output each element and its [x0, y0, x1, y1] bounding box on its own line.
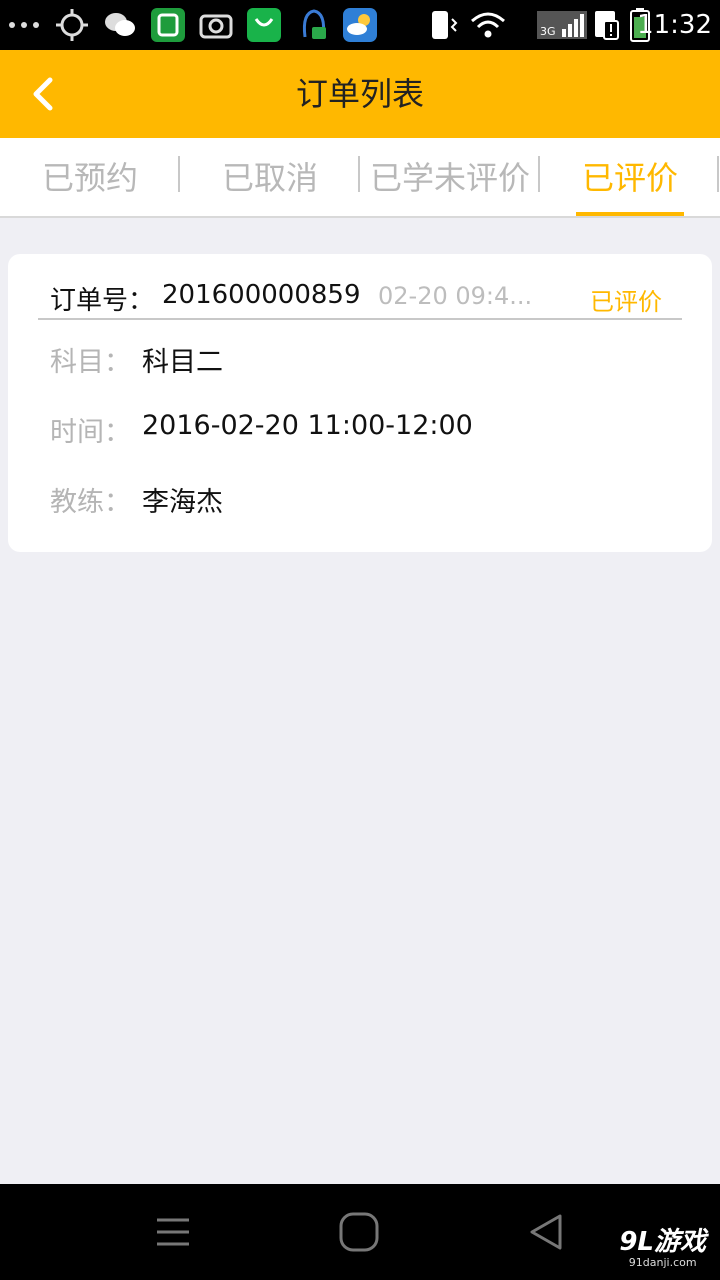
page-title: 订单列表 [295, 75, 424, 113]
tab-unreviewed[interactable]: 已学未评价 [360, 138, 540, 218]
menu-icon [157, 1218, 189, 1246]
tab-divider [717, 156, 719, 192]
watermark-subtitle: 91danji.com [628, 1256, 697, 1269]
order-header: 订单号： 201600000859 02-20 09:4... 已评价 [38, 270, 682, 320]
more-dots-icon [6, 7, 42, 43]
back-button[interactable] [14, 64, 74, 124]
home-icon [339, 1212, 379, 1252]
network-label-3g: 3G [540, 25, 556, 38]
back-icon [530, 1214, 562, 1250]
status-bar: 3G 11:32 [0, 0, 720, 50]
menu-button[interactable] [143, 1204, 203, 1260]
wifi-icon [470, 7, 506, 43]
order-status-badge: 已评价 [590, 288, 662, 316]
vibrate-icon [426, 7, 462, 43]
subject-value: 科目二 [142, 347, 223, 378]
wechat-icon [102, 7, 138, 43]
app-bar: 订单列表 [0, 50, 720, 138]
tab-booked[interactable]: 已预约 [0, 138, 180, 218]
time-label: 时间： [50, 417, 131, 448]
coach-label: 教练： [50, 487, 131, 518]
weather-app-icon [342, 7, 378, 43]
camera-app-icon [198, 7, 234, 43]
active-tab-indicator [576, 212, 684, 216]
security-app-icon [150, 7, 186, 43]
home-button[interactable] [329, 1204, 389, 1260]
time-value: 2016-02-20 11:00-12:00 [142, 410, 473, 441]
chevron-left-icon [33, 77, 53, 111]
order-card[interactable]: 订单号： 201600000859 02-20 09:4... 已评价 科目： … [8, 254, 712, 552]
order-time: 02-20 09:4... [378, 282, 533, 310]
signal-icon: 3G [536, 7, 588, 43]
coach-value: 李海杰 [142, 487, 223, 518]
store-app-icon [246, 7, 282, 43]
watermark-title: 9L游戏 [619, 1227, 706, 1257]
nav-back-button[interactable] [516, 1204, 576, 1260]
order-number-label: 订单号： [50, 286, 155, 316]
sim-alert-icon [590, 7, 626, 43]
order-tabs: 已预约 已取消 已学未评价 已评价 [0, 138, 720, 218]
subject-label: 科目： [50, 347, 131, 378]
qq-icon [296, 7, 332, 43]
watermark-logo: 9L游戏 91danji.com [619, 1228, 706, 1270]
system-nav-bar: 9L游戏 91danji.com [0, 1184, 720, 1280]
status-time: 11:32 [637, 10, 712, 40]
tab-cancelled[interactable]: 已取消 [180, 138, 360, 218]
tab-reviewed[interactable]: 已评价 [540, 138, 720, 218]
locate-icon [54, 7, 90, 43]
order-number: 201600000859 [162, 280, 361, 310]
